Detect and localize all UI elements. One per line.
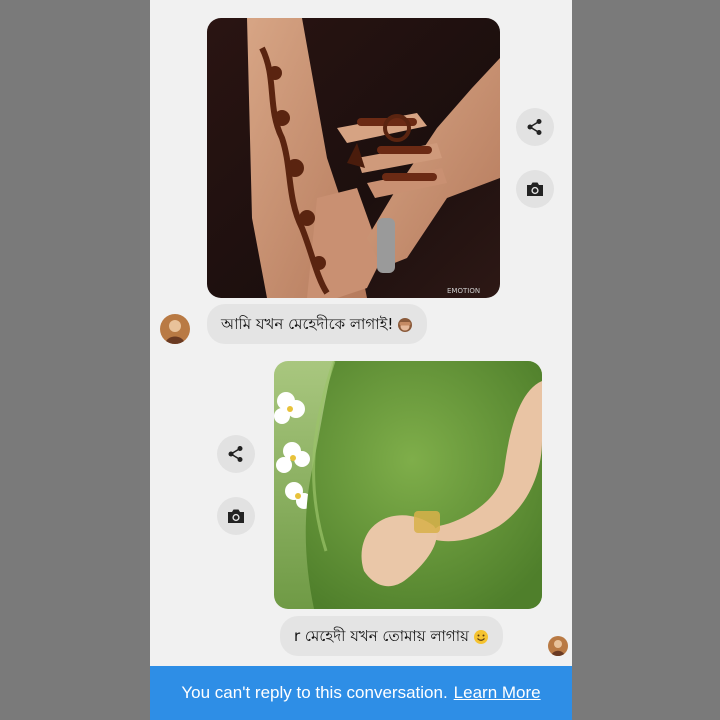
message-bubble-outgoing[interactable]: r মেহেদী যখন তোমায় লাগায় <box>280 616 503 656</box>
camera-icon <box>228 509 244 523</box>
share-icon <box>527 119 542 135</box>
message-photo-pregnant[interactable] <box>274 361 542 609</box>
reply-disabled-banner: You can't reply to this conversation. Le… <box>150 666 572 720</box>
sender-avatar[interactable] <box>160 314 190 344</box>
share-button[interactable] <box>516 108 554 146</box>
left-background-band <box>0 0 150 720</box>
message-photo-henna[interactable]: EMOTION <box>207 18 500 298</box>
conversation-view: EMOTION আমি যখন মেহেদীকে লাগাই! r মেহেদী… <box>150 0 572 720</box>
svg-text:EMOTION: EMOTION <box>447 287 480 295</box>
share-button[interactable] <box>217 435 255 473</box>
banner-text: You can't reply to this conversation. <box>181 683 448 702</box>
camera-button[interactable] <box>217 497 255 535</box>
message-bubble-incoming[interactable]: আমি যখন মেহেদীকে লাগাই! <box>207 304 428 344</box>
camera-icon <box>527 182 543 196</box>
message-text: r মেহেদী যখন তোমায় লাগায় <box>294 627 469 645</box>
learn-more-link[interactable]: Learn More <box>454 683 541 703</box>
sender-avatar[interactable] <box>548 636 568 656</box>
see-no-evil-monkey-icon <box>398 317 413 332</box>
share-icon <box>228 446 243 462</box>
smiling-face-icon <box>473 629 488 644</box>
message-text: আমি যখন মেহেদীকে লাগাই! <box>221 315 394 333</box>
camera-button[interactable] <box>516 170 554 208</box>
right-background-band <box>572 0 720 720</box>
